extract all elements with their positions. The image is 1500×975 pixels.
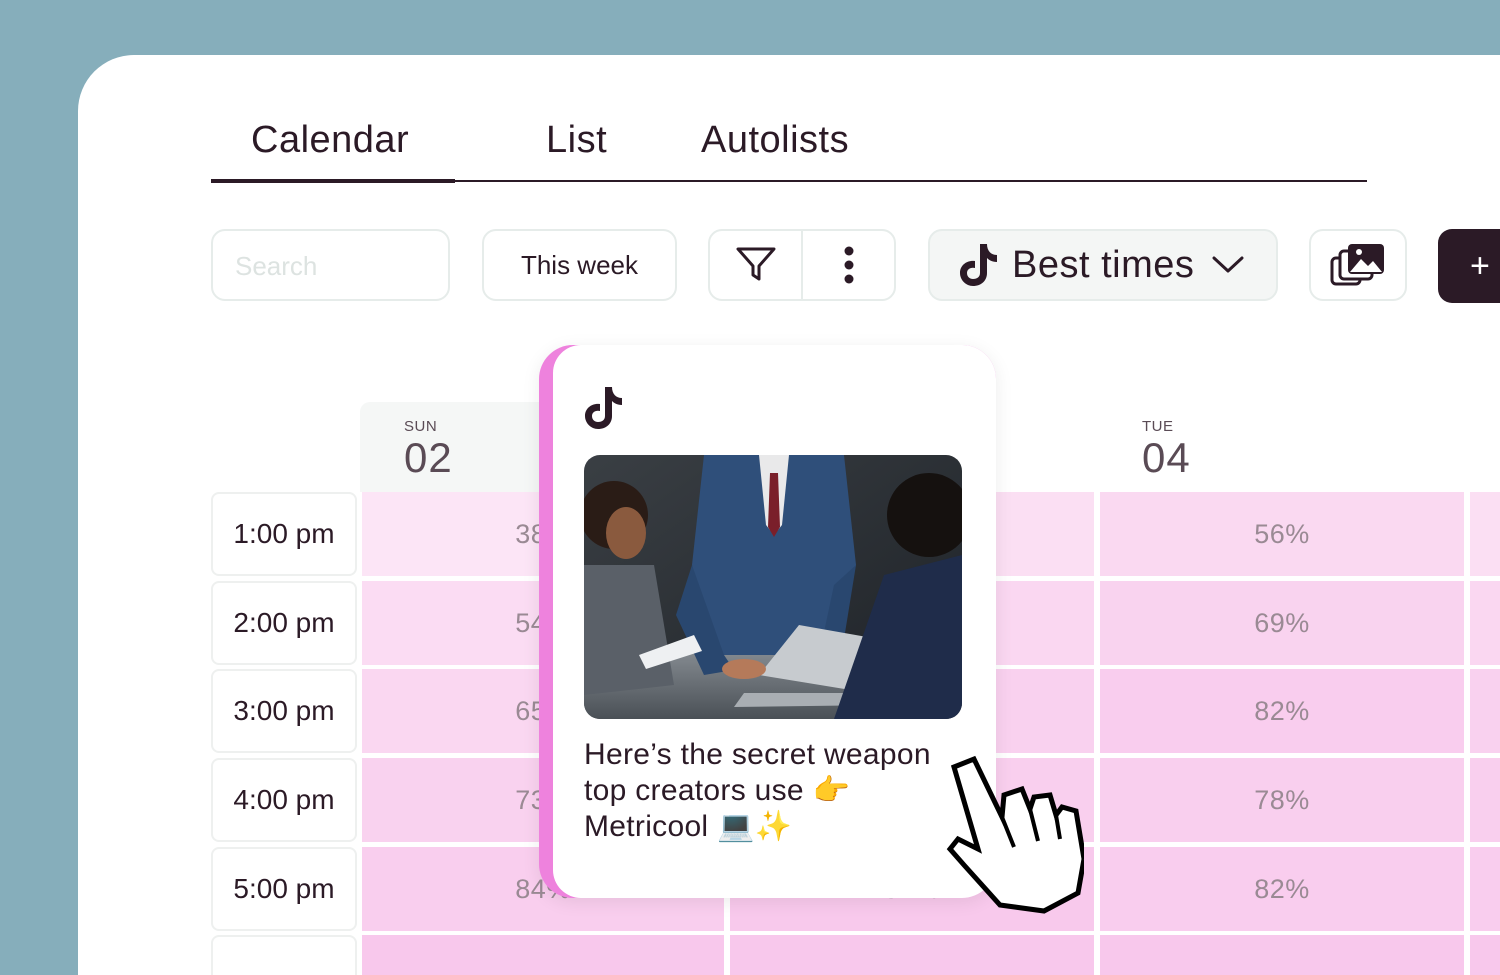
more-vertical-icon bbox=[844, 246, 853, 284]
best-time-cell[interactable]: 69% bbox=[1100, 581, 1464, 665]
post-preview-body: Here’s the secret weapon top creators us… bbox=[553, 345, 996, 898]
filter-options-group bbox=[708, 229, 896, 301]
tab-list[interactable]: List bbox=[546, 119, 607, 162]
hand-cursor-icon bbox=[946, 755, 1084, 914]
best-time-cell[interactable] bbox=[1470, 669, 1500, 753]
best-time-cell[interactable]: 82% bbox=[1100, 847, 1464, 931]
best-times-dropdown[interactable]: Best times bbox=[928, 229, 1278, 301]
tiktok-icon bbox=[960, 244, 997, 286]
post-caption-line: Here’s the secret weapon bbox=[584, 738, 931, 771]
tiktok-icon bbox=[585, 387, 622, 429]
day-name: TUE bbox=[1142, 418, 1174, 435]
post-image bbox=[584, 455, 962, 719]
best-time-cell[interactable] bbox=[1470, 847, 1500, 931]
time-slot-label bbox=[211, 935, 357, 975]
best-time-cell[interactable]: 56% bbox=[1100, 492, 1464, 576]
best-time-cell[interactable] bbox=[1470, 758, 1500, 842]
best-time-cell[interactable] bbox=[1100, 935, 1464, 975]
search-box[interactable] bbox=[211, 229, 450, 301]
tab-calendar[interactable]: Calendar bbox=[251, 119, 409, 162]
app-panel: Calendar List Autolists This week Best t… bbox=[78, 55, 1500, 975]
best-time-cell[interactable] bbox=[730, 935, 1094, 975]
best-time-cell[interactable] bbox=[1470, 935, 1500, 975]
time-slot-label: 5:00 pm bbox=[211, 847, 357, 931]
active-tab-indicator bbox=[211, 179, 455, 183]
post-preview-card[interactable]: Here’s the secret weapon top creators us… bbox=[539, 345, 996, 898]
date-range-button[interactable]: This week bbox=[482, 229, 677, 301]
day-name: SUN bbox=[404, 418, 438, 435]
media-library-button[interactable] bbox=[1309, 229, 1407, 301]
add-post-button[interactable]: + bbox=[1438, 229, 1500, 303]
post-caption-line: Metricool 💻✨ bbox=[584, 810, 793, 843]
best-time-cell[interactable] bbox=[1470, 581, 1500, 665]
time-slot-label: 2:00 pm bbox=[211, 581, 357, 665]
time-slot-label: 1:00 pm bbox=[211, 492, 357, 576]
best-time-cell[interactable]: 82% bbox=[1100, 669, 1464, 753]
post-caption-line: top creators use 👉 bbox=[584, 774, 851, 807]
day-number: 04 bbox=[1142, 434, 1191, 481]
filter-button[interactable] bbox=[710, 231, 801, 299]
day-header-tuesday: TUE 04 bbox=[1098, 402, 1468, 492]
best-time-cell[interactable]: 78% bbox=[1100, 758, 1464, 842]
time-slot-label: 3:00 pm bbox=[211, 669, 357, 753]
post-caption: Here’s the secret weapon top creators us… bbox=[584, 737, 976, 845]
search-input[interactable] bbox=[233, 231, 437, 301]
more-options-button[interactable] bbox=[801, 231, 894, 299]
chevron-down-icon bbox=[1212, 256, 1244, 273]
filter-icon bbox=[736, 247, 775, 281]
image-gallery-icon bbox=[1330, 244, 1384, 286]
date-range-label: This week bbox=[520, 249, 639, 280]
best-time-cell[interactable] bbox=[362, 935, 724, 975]
view-tabs: Calendar List Autolists bbox=[211, 115, 1367, 183]
best-time-cell[interactable] bbox=[1470, 492, 1500, 576]
day-number: 02 bbox=[404, 434, 453, 481]
tab-autolists[interactable]: Autolists bbox=[701, 119, 849, 162]
best-times-label: Best times bbox=[1012, 243, 1195, 286]
time-slot-label: 4:00 pm bbox=[211, 758, 357, 842]
